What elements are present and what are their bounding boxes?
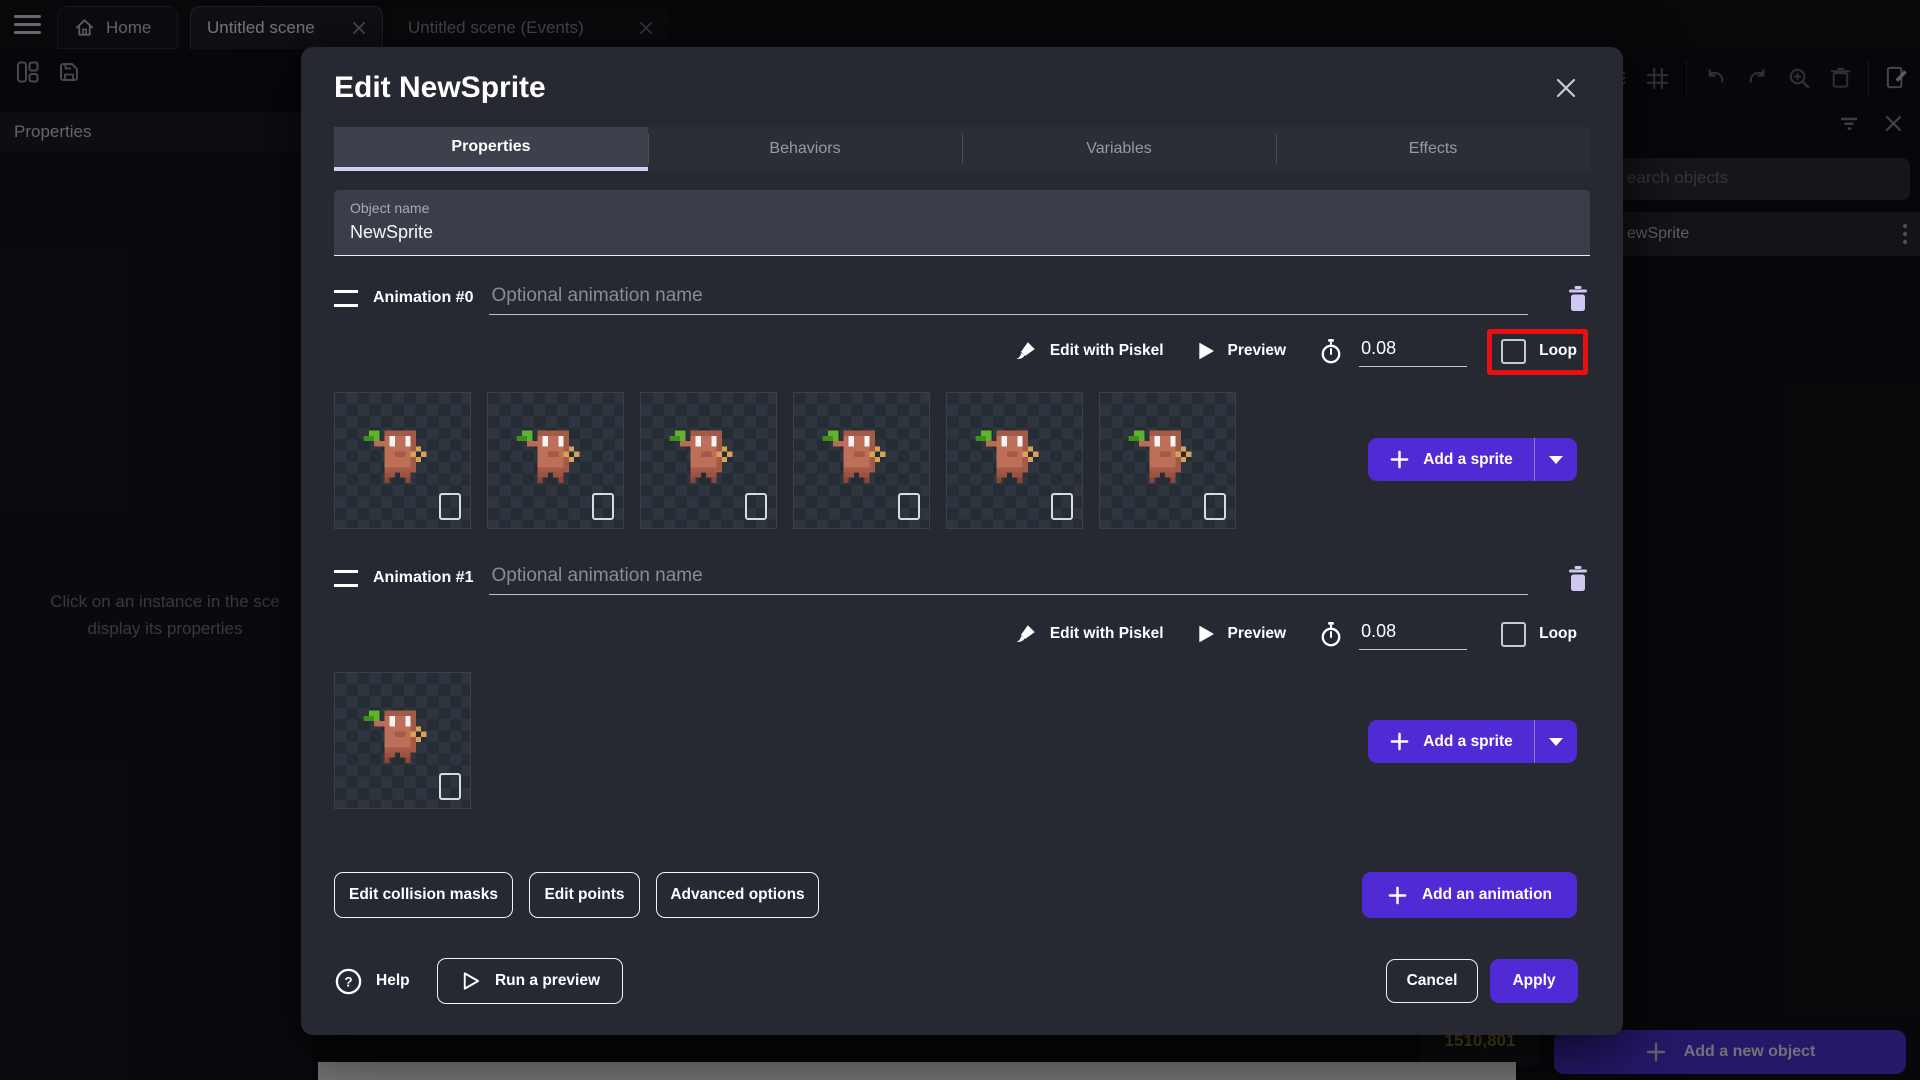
add-sprite-button[interactable]: Add a sprite [1368,438,1577,481]
delete-animation-icon[interactable] [1566,285,1590,312]
tab-variables[interactable]: Variables [962,127,1276,171]
loop-checkbox[interactable] [1501,338,1527,364]
sprite-frame[interactable] [1099,392,1236,529]
object-name-label: Object name [350,200,430,216]
add-sprite-main[interactable]: Add a sprite [1368,438,1534,481]
add-sprite-main[interactable]: Add a sprite [1368,720,1534,763]
plus-icon [1388,886,1407,904]
edit-collision-masks-button[interactable]: Edit collision masks [334,872,513,918]
animation-label: Animation #1 [373,569,474,586]
frame-duration-input[interactable] [1359,335,1468,367]
animation-1-frames [334,672,471,809]
edit-object-dialog: Edit NewSprite Properties Behaviors Vari… [301,47,1623,1035]
sprite-frame[interactable] [334,672,471,809]
frame-checkbox[interactable] [1204,493,1226,520]
animation-0-header: Animation #0 [334,279,1590,317]
frame-checkbox[interactable] [898,493,920,520]
sprite-frame[interactable] [487,392,624,529]
loop-toggle-group: Loop [1501,621,1577,647]
frame-checkbox[interactable] [439,493,461,520]
stopwatch-icon [1321,621,1341,646]
chevron-down-icon [1549,455,1563,464]
animation-label: Animation #0 [373,289,474,306]
edit-with-piskel-button[interactable]: Edit with Piskel [1015,340,1164,362]
svg-text:?: ? [344,974,352,989]
frame-duration-group [1318,335,1468,367]
help-button[interactable]: ? Help [334,958,410,1004]
frame-checkbox[interactable] [1051,493,1073,520]
pig-sprite-image [975,430,1038,483]
tab-behaviors[interactable]: Behaviors [648,127,962,171]
preview-button[interactable]: Preview [1196,624,1286,644]
stopwatch-icon [1321,338,1341,363]
advanced-options-button[interactable]: Advanced options [656,872,819,918]
object-name-field[interactable]: Object name NewSprite [334,190,1590,256]
chevron-down-icon [1549,737,1563,746]
animation-0-toolbar: Edit with Piskel Preview Loop [334,328,1588,375]
brush-icon [1016,625,1035,642]
animation-1-header: Animation #1 [334,559,1590,597]
animation-name-input[interactable] [489,561,1528,595]
animation-name-input[interactable] [489,281,1528,315]
app-window: Home Untitled scene Untitled scene (Even… [0,0,1920,1080]
help-icon: ? [335,968,362,994]
add-sprite-button[interactable]: Add a sprite [1368,720,1577,763]
add-sprite-dropdown[interactable] [1534,438,1577,481]
loop-label: Loop [1539,342,1577,359]
dialog-tabs: Properties Behaviors Variables Effects [334,127,1590,171]
frame-duration-group [1318,618,1468,650]
play-icon [1198,625,1214,643]
tab-properties[interactable]: Properties [334,127,648,171]
brush-icon [1016,342,1035,359]
delete-animation-icon[interactable] [1566,565,1590,592]
loop-toggle-group: Loop [1487,328,1588,375]
loop-label: Loop [1539,625,1577,642]
sprite-frame[interactable] [640,392,777,529]
plus-icon [1390,450,1409,469]
pig-sprite-image [1128,430,1191,483]
pig-sprite-image [363,710,426,763]
frame-checkbox[interactable] [745,493,767,520]
frame-checkbox[interactable] [592,493,614,520]
animation-1-toolbar: Edit with Piskel Preview Loop [334,613,1577,655]
loop-checkbox[interactable] [1501,621,1527,647]
play-outline-icon [463,972,480,990]
plus-icon [1390,732,1409,751]
sprite-frame[interactable] [946,392,1083,529]
object-name-value: NewSprite [350,222,434,242]
drag-handle-icon[interactable] [334,569,358,587]
run-preview-button[interactable]: Run a preview [437,958,623,1004]
pig-sprite-image [669,430,732,483]
frame-checkbox[interactable] [439,773,461,800]
dialog-close-button[interactable] [1551,73,1581,103]
drag-handle-icon[interactable] [334,289,358,307]
pig-sprite-image [363,430,426,483]
animation-0-frames [334,392,1236,529]
dialog-title: Edit NewSprite [334,71,546,104]
apply-button[interactable]: Apply [1490,959,1578,1003]
frame-duration-input[interactable] [1359,618,1468,650]
tab-effects[interactable]: Effects [1276,127,1590,171]
sprite-frame[interactable] [793,392,930,529]
sprite-frame[interactable] [334,392,471,529]
edit-with-piskel-button[interactable]: Edit with Piskel [1015,623,1164,645]
play-icon [1198,342,1214,360]
preview-button[interactable]: Preview [1196,341,1286,361]
add-animation-button[interactable]: Add an animation [1362,872,1577,918]
pig-sprite-image [516,430,579,483]
pig-sprite-image [822,430,885,483]
edit-points-button[interactable]: Edit points [529,872,640,918]
cancel-button[interactable]: Cancel [1386,959,1478,1003]
add-sprite-dropdown[interactable] [1534,720,1577,763]
close-icon [1556,78,1576,98]
